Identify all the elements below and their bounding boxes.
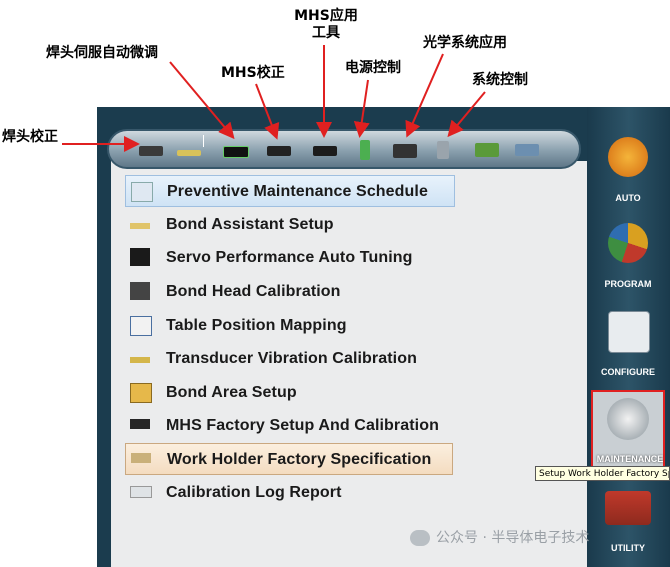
maintenance-toolbar [107, 129, 581, 169]
menu-item-bond-head-calibration[interactable]: Bond Head Calibration [125, 276, 455, 308]
menu-item-label: MHS Factory Setup And Calibration [166, 417, 439, 434]
main-sidebar: AUTO PROGRAM CONFIGURE MAINTENANCE UTILI… [587, 107, 670, 567]
mhs-factory-icon [130, 419, 150, 429]
servo-monitor-icon [130, 248, 150, 266]
bond-assistant-icon[interactable] [175, 138, 203, 162]
sidebar-label: PROGRAM [604, 279, 652, 289]
log-report-icon [130, 486, 152, 498]
pie-chart-icon [608, 223, 648, 263]
sidebar-label: UTILITY [611, 543, 645, 553]
annotation-optics-app: 光学系统应用 [423, 35, 507, 51]
mhs-tools-icon[interactable] [311, 138, 339, 162]
power-control-icon[interactable] [351, 138, 379, 162]
optics-camera-icon[interactable] [391, 138, 419, 162]
annotation-system-control: 系统控制 [472, 72, 528, 88]
menu-item-servo-tuning[interactable]: Servo Performance Auto Tuning [125, 242, 455, 274]
menu-item-bond-area[interactable]: Bond Area Setup [125, 377, 455, 409]
bond-area-icon [130, 383, 152, 403]
sidebar-configure-button[interactable]: CONFIGURE [591, 305, 665, 383]
menu-item-calibration-log[interactable]: Calibration Log Report [125, 477, 455, 509]
watermark: 公众号 · 半导体电子技术 [410, 527, 589, 547]
log-viewer-icon[interactable] [513, 138, 541, 162]
menu-item-label: Servo Performance Auto Tuning [166, 249, 413, 266]
menu-item-transducer[interactable]: Transducer Vibration Calibration [125, 343, 455, 375]
gear-icon [608, 137, 648, 177]
menu-item-work-holder[interactable]: Work Holder Factory Specification [125, 443, 453, 475]
tooltip: Setup Work Holder Factory Sp [535, 466, 670, 481]
bond-assistant-icon [130, 223, 150, 229]
watermark-text: 公众号 · 半导体电子技术 [436, 530, 590, 546]
menu-item-label: Preventive Maintenance Schedule [167, 183, 428, 200]
menu-item-label: Table Position Mapping [166, 317, 347, 334]
menu-item-label: Calibration Log Report [166, 484, 342, 501]
report-chart-icon[interactable] [473, 138, 501, 162]
sidebar-auto-button[interactable]: AUTO [591, 129, 665, 207]
menu-item-preventive-maintenance[interactable]: Preventive Maintenance Schedule [125, 175, 455, 207]
annotation-mhs-tools: MHS应用工具 [294, 8, 358, 41]
menu-item-label: Bond Area Setup [166, 384, 297, 401]
system-control-icon[interactable] [429, 138, 457, 162]
table-map-icon [130, 316, 152, 336]
menu-item-label: Work Holder Factory Specification [167, 451, 432, 468]
annotation-bond-head-cal: 焊头校正 [2, 129, 58, 145]
sidebar-utility-button[interactable]: UTILITY [591, 481, 665, 559]
annotation-mhs-cal: MHS校正 [221, 65, 285, 81]
menu-item-mhs-factory[interactable]: MHS Factory Setup And Calibration [125, 410, 455, 442]
mhs-calibration-icon[interactable] [265, 138, 293, 162]
toolbar-separator [203, 135, 204, 147]
menu-item-bond-assistant[interactable]: Bond Assistant Setup [125, 209, 455, 241]
wrench-icon [607, 398, 649, 440]
annotation-power-control: 电源控制 [345, 60, 401, 76]
transducer-icon [130, 357, 150, 363]
sidebar-maintenance-button[interactable]: MAINTENANCE [591, 390, 665, 468]
bond-head-icon [130, 282, 150, 300]
menu-item-label: Bond Assistant Setup [166, 216, 334, 233]
maintenance-window: Preventive Maintenance Schedule Bond Ass… [97, 107, 670, 567]
work-holder-icon [131, 453, 151, 463]
annotation-bond-head-servo: 焊头伺服自动微调 [46, 45, 158, 61]
sidebar-program-button[interactable]: PROGRAM [591, 217, 665, 295]
servo-tuning-icon[interactable] [221, 138, 249, 162]
menu-item-label: Transducer Vibration Calibration [166, 350, 417, 367]
wechat-icon [410, 530, 430, 546]
schedule-icon [131, 182, 153, 202]
sidebar-label: MAINTENANCE [596, 454, 664, 464]
bond-head-calibration-icon[interactable] [137, 138, 165, 162]
menu-item-label: Bond Head Calibration [166, 283, 341, 300]
sidebar-label: CONFIGURE [601, 367, 655, 377]
configure-icon [608, 311, 650, 353]
toolbox-icon [605, 491, 651, 525]
sidebar-label: AUTO [615, 193, 641, 203]
menu-item-table-position[interactable]: Table Position Mapping [125, 310, 455, 342]
